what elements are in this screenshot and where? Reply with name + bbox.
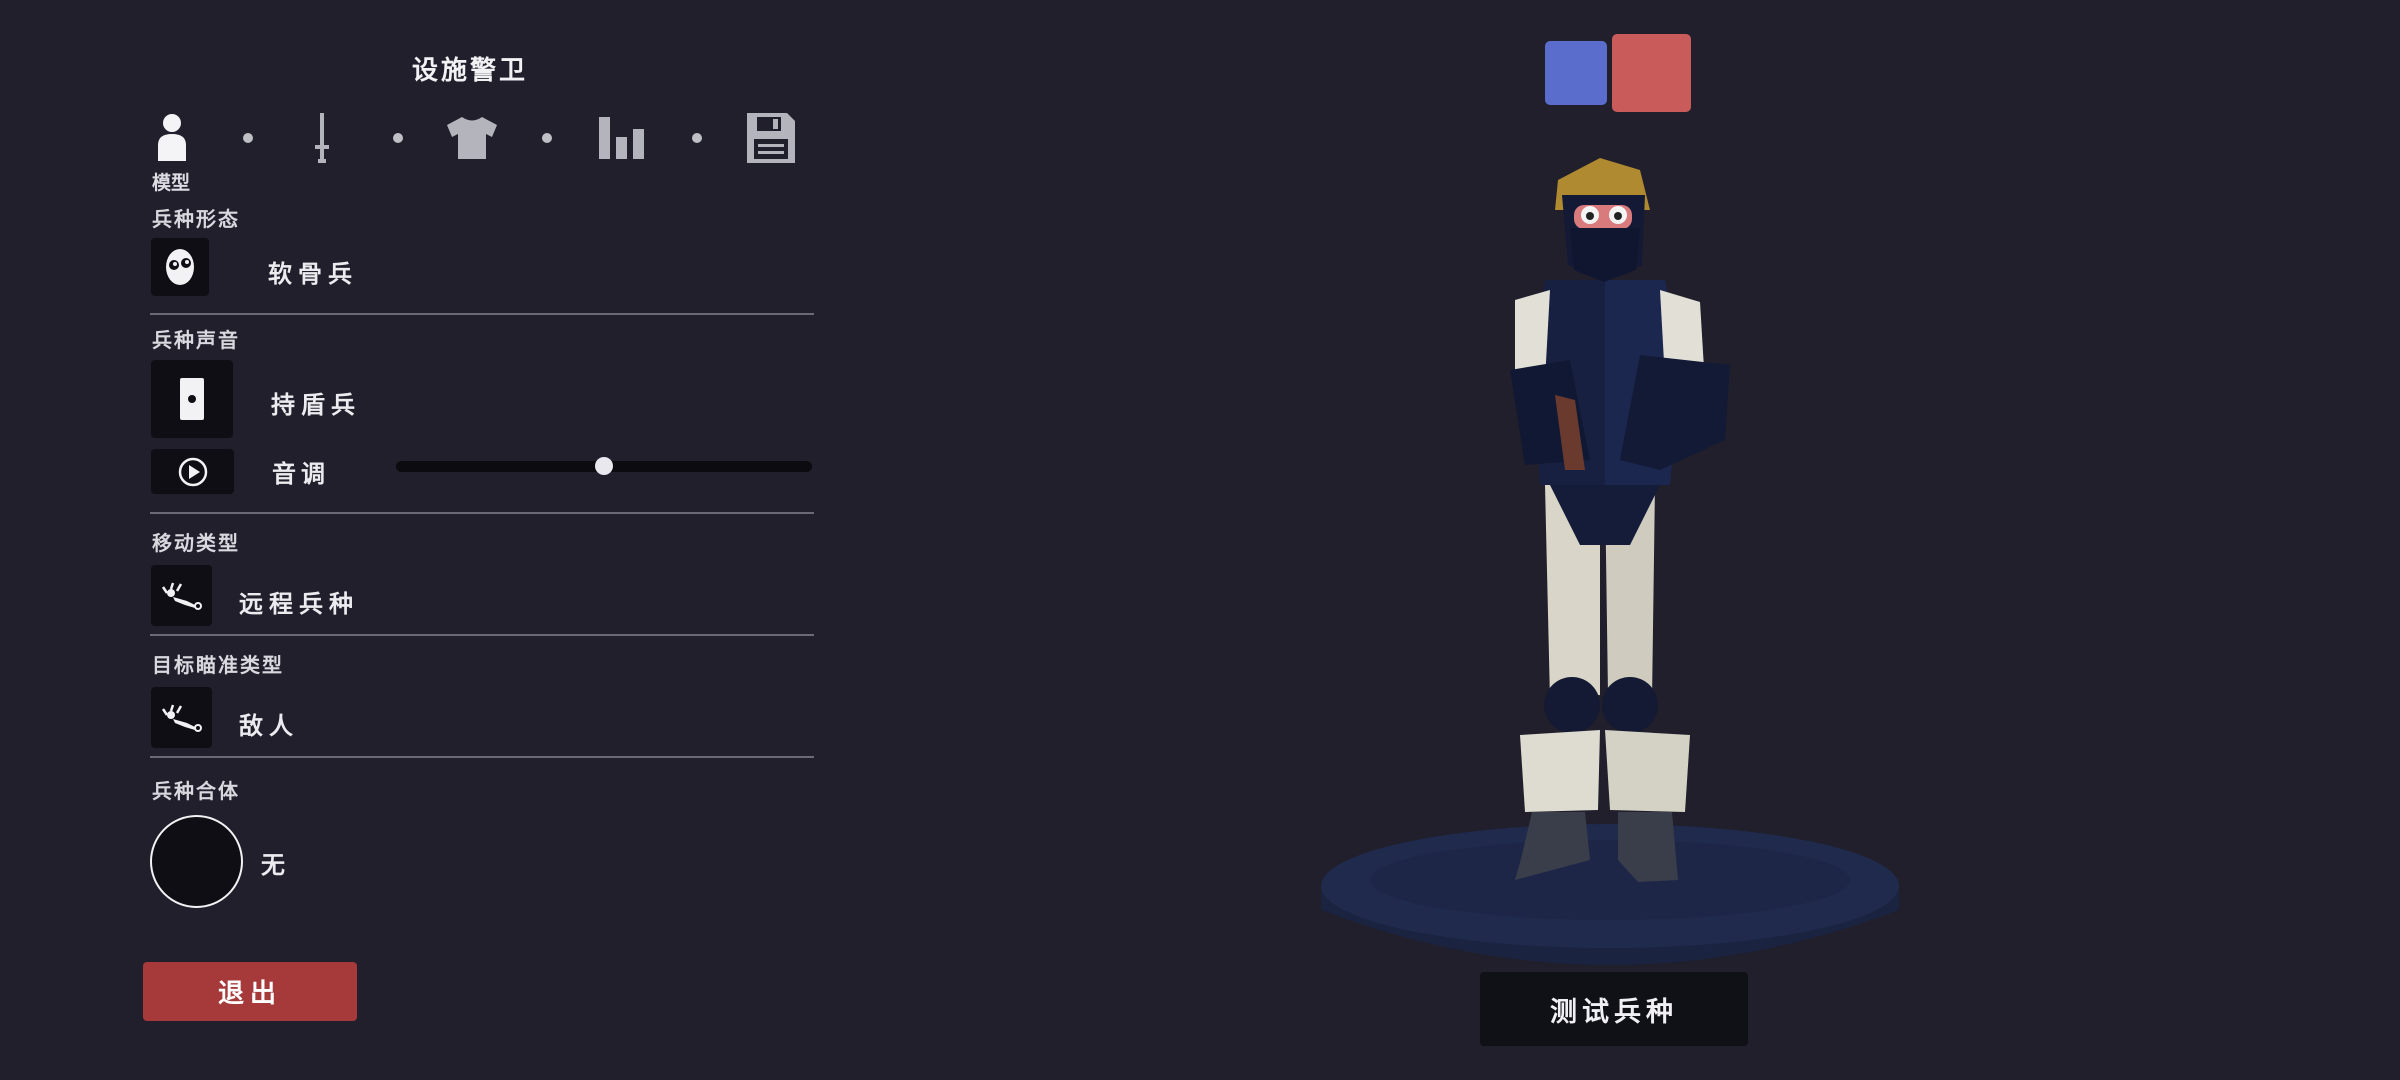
unit-merge-button[interactable] bbox=[150, 815, 243, 908]
tab-separator-dot bbox=[393, 133, 403, 143]
movement-type-button[interactable] bbox=[151, 565, 212, 626]
unit-merge-value: 无 bbox=[261, 851, 287, 879]
bar-chart-icon bbox=[599, 117, 644, 159]
test-unit-button[interactable]: 测试兵种 bbox=[1480, 972, 1748, 1046]
unit-form-label: 兵种形态 bbox=[152, 207, 240, 231]
unit-head bbox=[1555, 158, 1650, 282]
pitch-slider-knob[interactable] bbox=[595, 457, 613, 475]
pitch-label: 音调 bbox=[272, 460, 330, 488]
team-color-blue-swatch[interactable] bbox=[1545, 41, 1607, 105]
divider bbox=[150, 634, 814, 636]
page-title: 设施警卫 bbox=[411, 56, 528, 86]
unit-form-button[interactable] bbox=[151, 238, 209, 296]
tab-stats[interactable] bbox=[592, 108, 652, 168]
unit-torso bbox=[1510, 280, 1730, 545]
sword-icon bbox=[315, 113, 329, 163]
crawling-unit-icon bbox=[161, 582, 202, 610]
unit-voice-value: 持盾兵 bbox=[271, 391, 361, 419]
tab-label-model: 模型 bbox=[152, 172, 191, 194]
divider bbox=[150, 756, 814, 758]
person-icon bbox=[158, 114, 186, 161]
crawling-unit-icon bbox=[161, 704, 202, 732]
unit-form-value: 软骨兵 bbox=[268, 260, 358, 288]
tab-weapon[interactable] bbox=[292, 108, 352, 168]
targeting-type-button[interactable] bbox=[151, 687, 212, 748]
shield-icon bbox=[180, 378, 204, 420]
tab-save[interactable] bbox=[741, 108, 801, 168]
targeting-type-label: 目标瞄准类型 bbox=[152, 653, 284, 677]
divider bbox=[150, 512, 814, 514]
divider bbox=[150, 313, 814, 315]
floppy-disk-icon bbox=[747, 113, 795, 163]
unit-merge-label: 兵种合体 bbox=[152, 779, 240, 803]
tab-separator-dot bbox=[542, 133, 552, 143]
pitch-slider[interactable] bbox=[396, 457, 812, 475]
play-voice-button[interactable] bbox=[151, 449, 234, 494]
exit-button[interactable]: 退出 bbox=[143, 962, 357, 1021]
unit-preview[interactable] bbox=[1300, 140, 1920, 980]
movement-type-label: 移动类型 bbox=[152, 531, 240, 555]
play-icon bbox=[178, 457, 207, 486]
tab-clothing[interactable] bbox=[442, 108, 502, 168]
tab-separator-dot bbox=[692, 133, 702, 143]
pedestal bbox=[1321, 824, 1899, 965]
movement-type-value: 远程兵种 bbox=[239, 590, 359, 618]
unit-voice-label: 兵种声音 bbox=[152, 328, 240, 352]
face-icon bbox=[166, 249, 194, 285]
tab-separator-dot bbox=[243, 133, 253, 143]
targeting-type-value: 敌人 bbox=[239, 712, 299, 740]
team-color-red-swatch[interactable] bbox=[1612, 34, 1691, 112]
shirt-icon bbox=[447, 117, 497, 159]
unit-voice-button[interactable] bbox=[151, 360, 233, 438]
tab-model[interactable] bbox=[142, 108, 202, 168]
